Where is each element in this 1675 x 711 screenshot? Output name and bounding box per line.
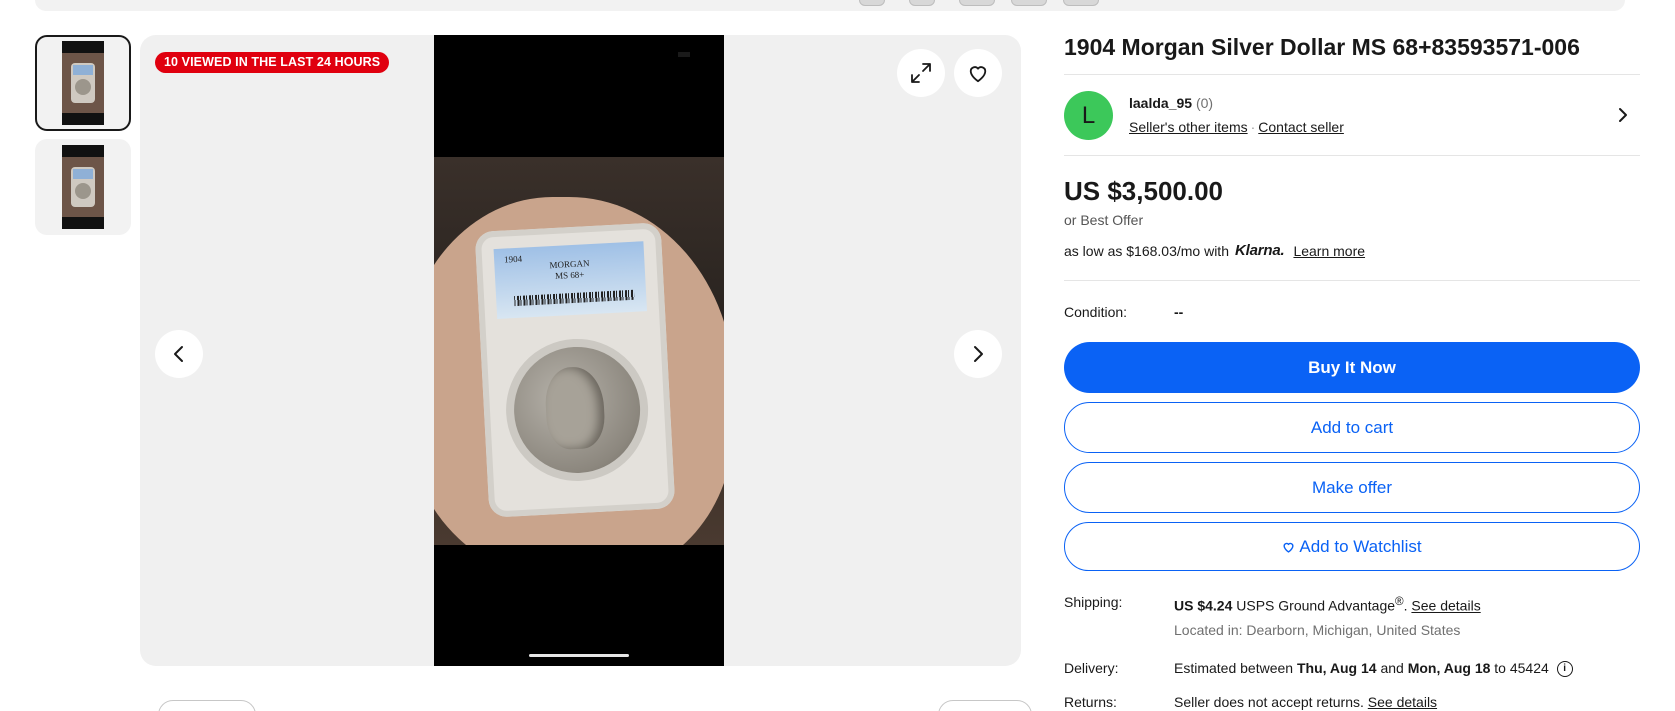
shipping-details-link[interactable]: See details <box>1411 598 1480 614</box>
top-thumb[interactable] <box>859 0 885 6</box>
divider <box>1064 155 1640 156</box>
watch-heart-button[interactable] <box>954 49 1002 97</box>
add-to-cart-button[interactable]: Add to cart <box>1064 402 1640 453</box>
gallery-footer-button-right[interactable] <box>938 700 1032 711</box>
condition-label: Condition: <box>1064 304 1128 320</box>
thumbnail-1[interactable] <box>35 35 131 131</box>
watchlist-label: Add to Watchlist <box>1299 536 1422 556</box>
seller-name[interactable]: laalda_95 (0) <box>1129 95 1213 111</box>
chevron-left-icon <box>174 346 183 362</box>
thumbnail-image <box>62 41 104 125</box>
item-price: US $3,500.00 <box>1064 176 1224 206</box>
financing-text: as low as $168.03/mo with <box>1064 242 1229 259</box>
image-gallery: 1904 MORGAN MS 68+ 10 VIEWED IN THE LAST… <box>140 35 1021 666</box>
add-to-watchlist-button[interactable]: Add to Watchlist <box>1064 522 1640 571</box>
item-location: Located in: Dearborn, Michigan, United S… <box>1174 622 1461 638</box>
seller-other-items-link[interactable]: Seller's other items <box>1129 119 1248 135</box>
chevron-right-icon[interactable] <box>1616 106 1630 124</box>
best-offer-note: or Best Offer <box>1064 212 1144 228</box>
shipping-label: Shipping: <box>1064 594 1123 610</box>
learn-more-link[interactable]: Learn more <box>1293 243 1365 259</box>
link-separator: · <box>1250 119 1256 135</box>
expand-button[interactable] <box>897 49 945 97</box>
divider <box>1064 280 1640 281</box>
top-thumb[interactable] <box>1063 0 1099 6</box>
condition-value: -- <box>1174 304 1184 320</box>
seller-username[interactable]: laalda_95 <box>1129 95 1192 111</box>
barcode <box>514 289 635 307</box>
slab-year: 1904 <box>503 253 523 265</box>
info-icon[interactable]: i <box>1556 661 1573 678</box>
top-filmstrip <box>35 0 1625 11</box>
returns-details-link[interactable]: See details <box>1368 694 1437 710</box>
shipping-service: USPS Ground Advantage <box>1236 597 1396 614</box>
returns-value: Seller does not accept returns. See deta… <box>1174 694 1437 710</box>
thumbnail-image <box>62 145 104 229</box>
next-image-button[interactable] <box>954 330 1002 378</box>
home-indicator <box>529 654 629 657</box>
chevron-right-icon <box>974 346 983 362</box>
previous-image-button[interactable] <box>155 330 203 378</box>
main-photo[interactable]: 1904 MORGAN MS 68+ <box>434 35 724 666</box>
expand-icon <box>911 63 931 83</box>
shipping-cost: US $4.24 <box>1174 597 1233 614</box>
item-page: 1904 MORGAN MS 68+ 10 VIEWED IN THE LAST… <box>0 0 1675 711</box>
contact-seller-link[interactable]: Contact seller <box>1258 119 1344 135</box>
buy-it-now-button[interactable]: Buy It Now <box>1064 342 1640 393</box>
financing-line: as low as $168.03/mo with Klarna. Learn … <box>1064 242 1365 259</box>
delivery-end: Mon, Aug 18 <box>1407 660 1491 676</box>
seller-links: Seller's other items · Contact seller <box>1129 119 1344 135</box>
delivery-prefix: Estimated between <box>1174 660 1294 676</box>
slab-grade: MS 68+ <box>554 269 585 281</box>
registered-mark: ® <box>1395 595 1404 608</box>
shipping-value: US $4.24 USPS Ground Advantage®. See det… <box>1174 595 1481 614</box>
viewed-badge: 10 VIEWED IN THE LAST 24 HOURS <box>155 52 390 73</box>
heart-icon <box>1283 542 1294 553</box>
delivery-start: Thu, Aug 14 <box>1296 660 1377 676</box>
delivery-value: Estimated between Thu, Aug 14 and Mon, A… <box>1174 660 1573 678</box>
top-thumb[interactable] <box>959 0 995 6</box>
delivery-label: Delivery: <box>1064 660 1119 676</box>
gallery-footer-button-left[interactable] <box>158 700 256 711</box>
klarna-logo: Klarna. <box>1234 242 1285 259</box>
make-offer-button[interactable]: Make offer <box>1064 462 1640 513</box>
coin-slab: 1904 MORGAN MS 68+ <box>474 222 676 518</box>
item-title: 1904 Morgan Silver Dollar MS 68+83593571… <box>1064 34 1580 60</box>
thumbnail-2[interactable] <box>35 139 131 235</box>
returns-label: Returns: <box>1064 694 1117 710</box>
top-thumb[interactable] <box>1011 0 1047 6</box>
delivery-zip: to 45424 <box>1494 660 1549 676</box>
heart-icon <box>969 66 987 83</box>
seller-avatar[interactable]: L <box>1064 91 1113 140</box>
returns-text: Seller does not accept returns. <box>1174 694 1364 710</box>
top-thumb[interactable] <box>909 0 935 6</box>
delivery-and: and <box>1380 660 1404 676</box>
shipping-period: . <box>1403 597 1408 614</box>
divider <box>1064 74 1640 75</box>
seller-feedback-count: (0) <box>1195 95 1214 111</box>
